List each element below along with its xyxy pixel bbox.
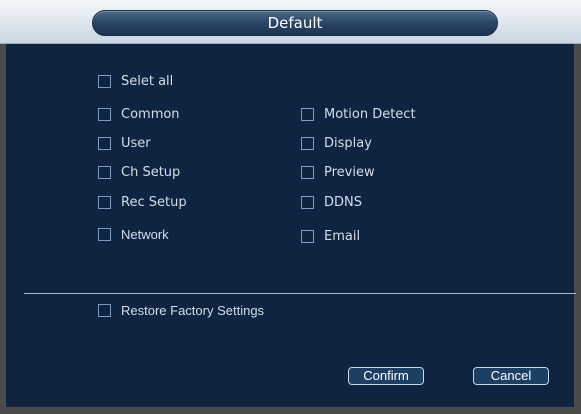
option-display[interactable]: Display bbox=[301, 134, 372, 152]
checkbox-box[interactable] bbox=[98, 74, 111, 88]
select-all-checkbox[interactable]: Selet all bbox=[98, 72, 173, 90]
option-rec-setup[interactable]: Rec Setup bbox=[98, 193, 187, 211]
dialog-header: Default bbox=[0, 0, 581, 44]
confirm-button[interactable]: Confirm bbox=[348, 367, 424, 385]
dialog-body: Selet all Common User Ch Setup Rec Setup… bbox=[6, 44, 576, 407]
checkbox-box[interactable] bbox=[98, 165, 111, 179]
option-label: DDNS bbox=[324, 194, 362, 210]
option-label: Preview bbox=[324, 164, 375, 180]
section-divider bbox=[24, 293, 576, 294]
option-label: User bbox=[121, 135, 151, 151]
option-user[interactable]: User bbox=[98, 134, 151, 152]
default-dialog: Default Selet all Common User Ch Setup R… bbox=[0, 0, 581, 414]
option-label: Display bbox=[324, 135, 372, 151]
option-email[interactable]: Email bbox=[301, 227, 360, 245]
restore-factory-label: Restore Factory Settings bbox=[121, 302, 265, 318]
checkbox-box[interactable] bbox=[301, 229, 314, 243]
option-ch-setup[interactable]: Ch Setup bbox=[98, 163, 180, 181]
option-label: Common bbox=[121, 106, 180, 122]
checkbox-box[interactable] bbox=[301, 195, 314, 209]
option-network[interactable]: Network bbox=[98, 225, 169, 243]
option-label: Email bbox=[324, 228, 361, 244]
option-label: Network bbox=[121, 226, 169, 242]
option-label: Ch Setup bbox=[121, 164, 181, 180]
option-ddns[interactable]: DDNS bbox=[301, 193, 362, 211]
cancel-button[interactable]: Cancel bbox=[473, 367, 549, 385]
restore-factory-checkbox[interactable]: Restore Factory Settings bbox=[98, 301, 264, 319]
select-all-label: Selet all bbox=[121, 73, 174, 89]
checkbox-box[interactable] bbox=[301, 136, 314, 150]
checkbox-box[interactable] bbox=[301, 165, 314, 179]
option-motion-detect[interactable]: Motion Detect bbox=[301, 105, 416, 123]
option-label: Motion Detect bbox=[324, 106, 416, 122]
option-preview[interactable]: Preview bbox=[301, 163, 375, 181]
dialog-title: Default bbox=[92, 10, 498, 36]
checkbox-box[interactable] bbox=[98, 227, 111, 241]
checkbox-box[interactable] bbox=[98, 136, 111, 150]
checkbox-box[interactable] bbox=[98, 303, 111, 317]
checkbox-box[interactable] bbox=[301, 107, 314, 121]
checkbox-box[interactable] bbox=[98, 107, 111, 121]
option-label: Rec Setup bbox=[121, 194, 187, 210]
checkbox-box[interactable] bbox=[98, 195, 111, 209]
option-common[interactable]: Common bbox=[98, 105, 180, 123]
